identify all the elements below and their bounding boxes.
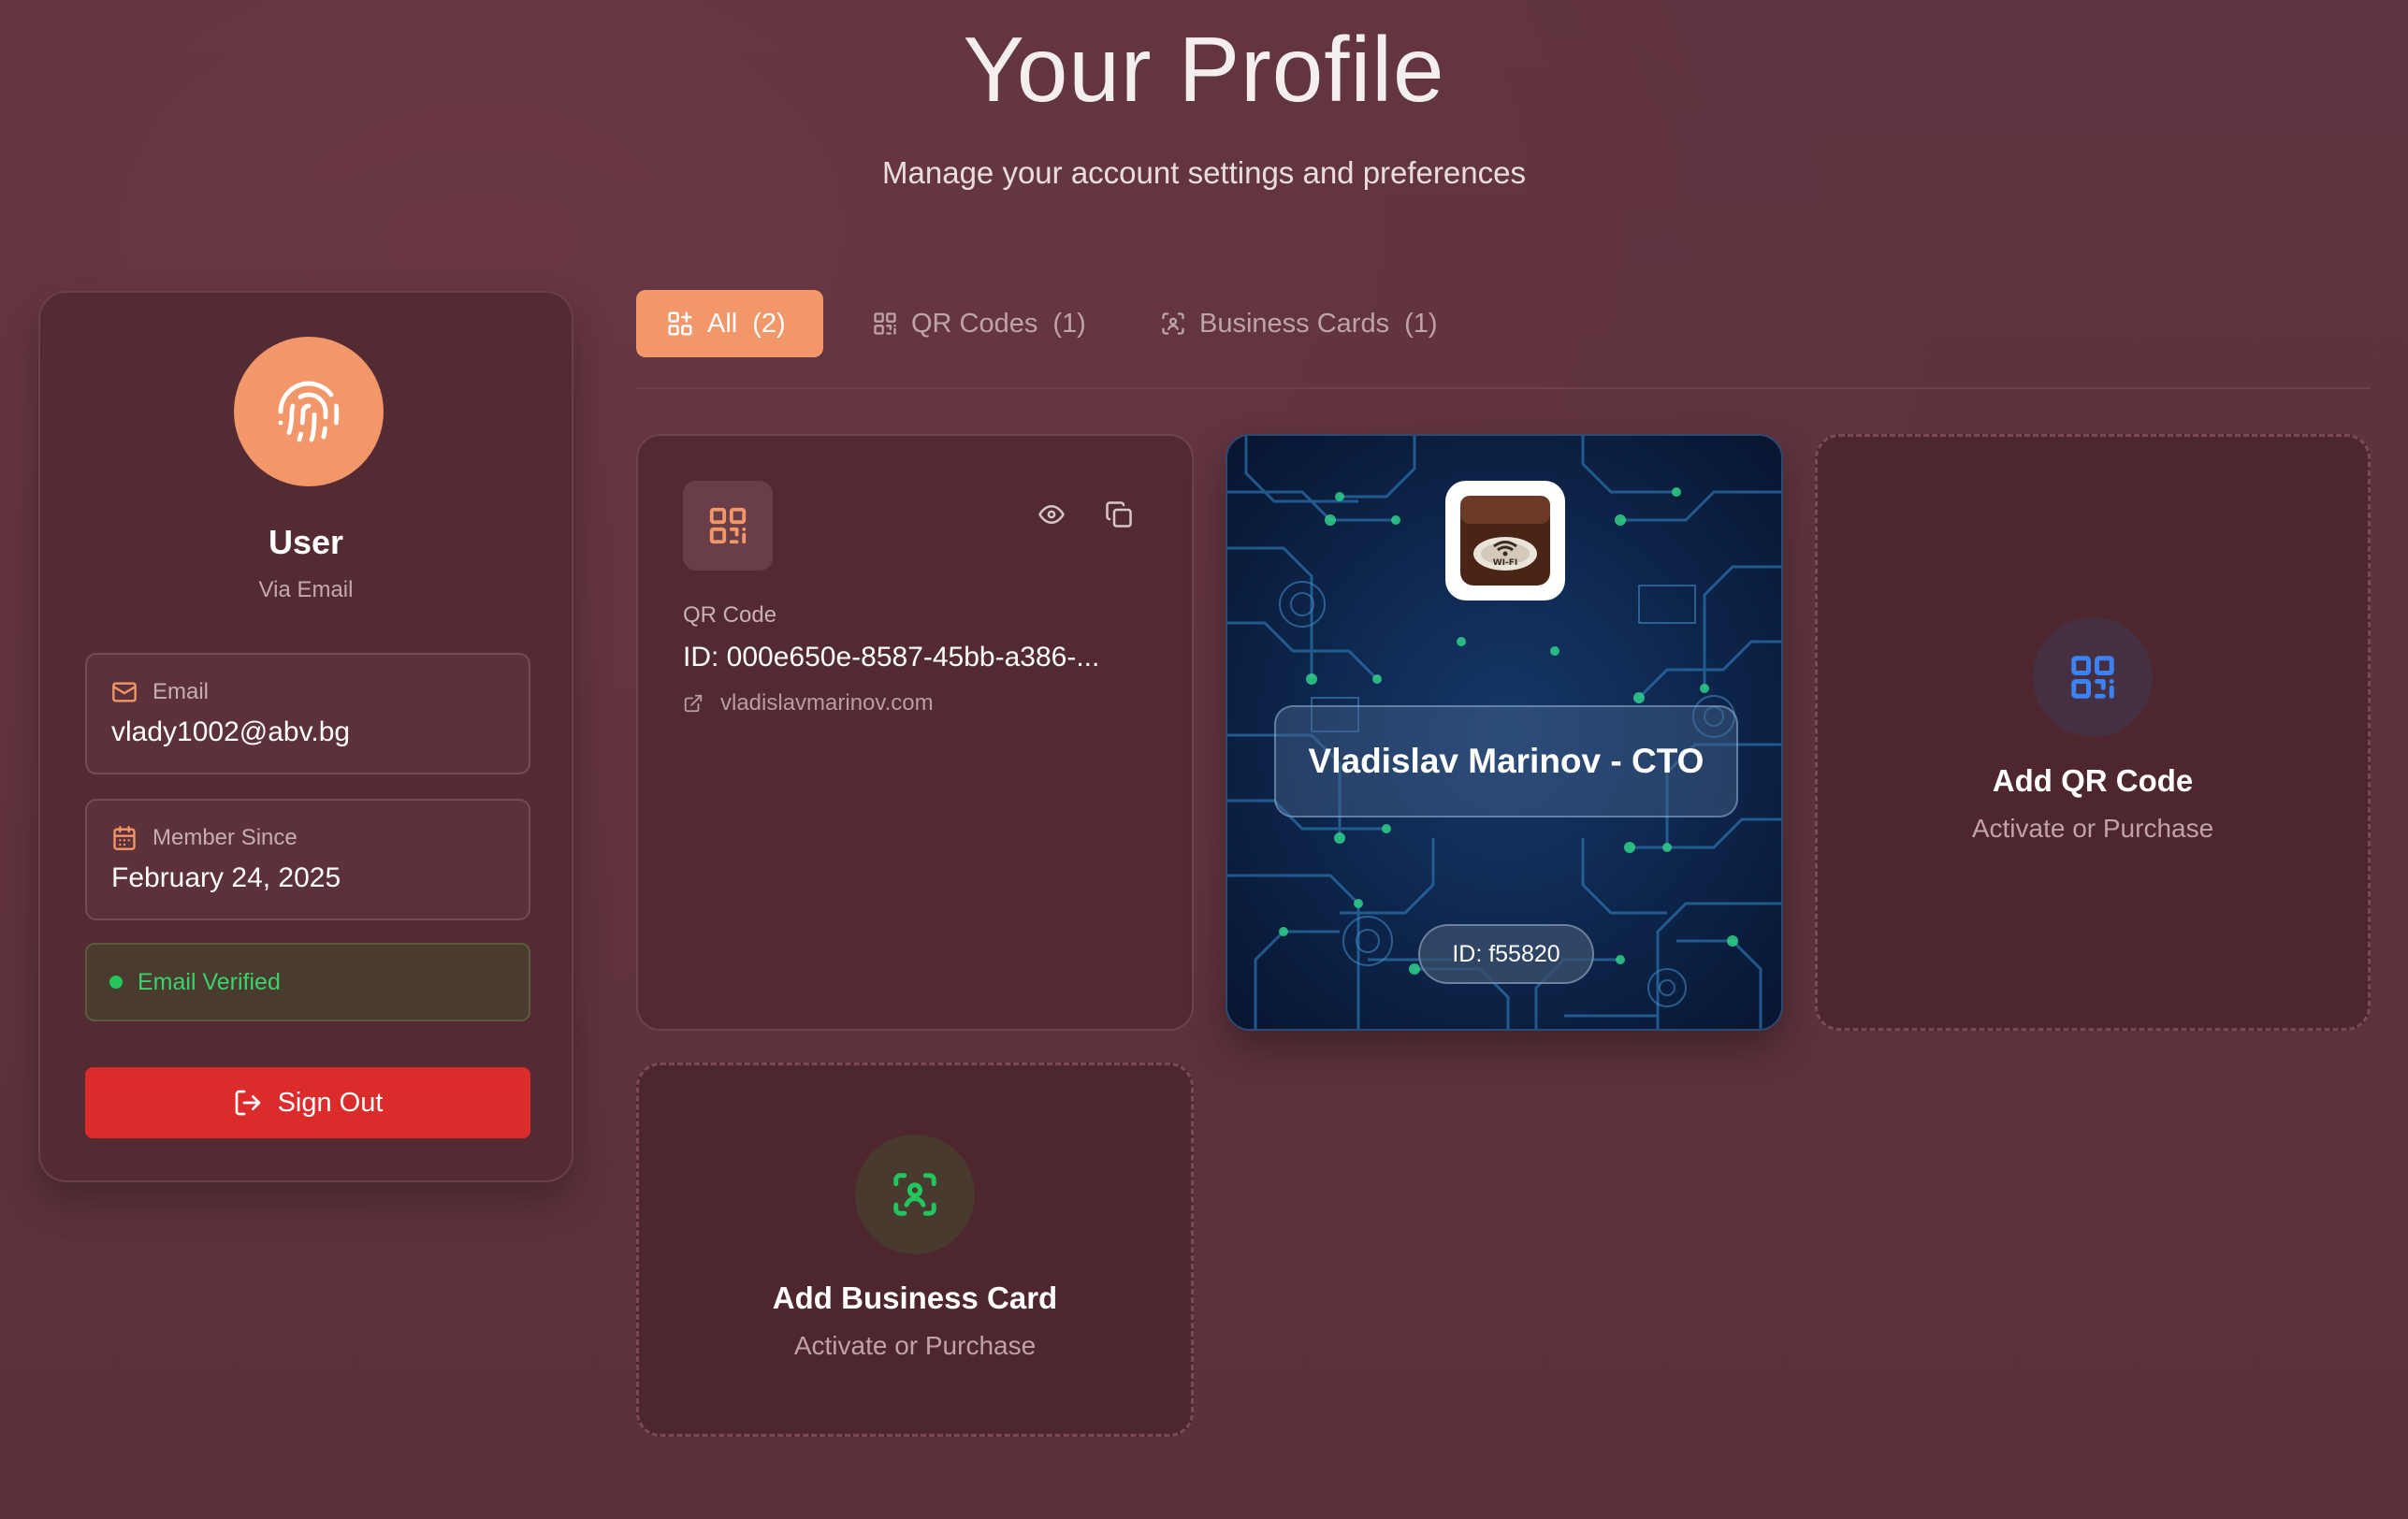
profile-card: User Via Email Email vlady1002@abv.bg Me… — [38, 291, 573, 1182]
qr-code-icon — [709, 507, 747, 544]
tab-qr-codes[interactable]: QR Codes (1) — [842, 290, 1116, 357]
add-qr-subtitle: Activate or Purchase — [1971, 814, 2214, 843]
grid-plus-icon — [668, 311, 692, 336]
add-qr-code-card[interactable]: Add QR Code Activate or Purchase — [1815, 434, 2371, 1031]
member-since-label: Member Since — [152, 825, 297, 850]
member-since-value: February 24, 2025 — [111, 862, 341, 893]
tab-business-cards-label: Business Cards — [1199, 308, 1390, 339]
tab-all-count: (2) — [752, 308, 786, 339]
add-qr-icon-circle — [2033, 617, 2153, 737]
add-qr-title: Add QR Code — [1992, 763, 2194, 798]
qr-code-icon — [2071, 656, 2114, 699]
wifi-logo-icon: WI-FI — [1460, 496, 1550, 586]
tab-all-label: All — [707, 308, 738, 339]
tab-all[interactable]: All (2) — [636, 290, 823, 357]
external-link-icon — [684, 694, 703, 713]
svg-text:WI-FI: WI-FI — [1493, 558, 1518, 568]
business-card-logo: WI-FI — [1445, 481, 1565, 600]
business-card[interactable]: WI-FI Vladislav Marinov - CTO ID: f55820 — [1226, 434, 1783, 1031]
email-info-box: Email vlady1002@abv.bg — [85, 653, 530, 774]
verified-dot-icon — [109, 976, 123, 989]
user-name: User — [268, 523, 344, 561]
business-card-name: Vladislav Marinov - CTO — [1274, 705, 1738, 817]
copy-button[interactable] — [1100, 496, 1138, 533]
copy-icon — [1106, 501, 1132, 528]
tab-qr-codes-label: QR Codes — [911, 308, 1038, 339]
business-card-id: ID: f55820 — [1418, 924, 1594, 984]
page-title: Your Profile — [963, 18, 1445, 121]
add-business-subtitle: Activate or Purchase — [793, 1331, 1037, 1360]
log-out-icon — [235, 1090, 260, 1116]
qr-code-card[interactable]: QR Code ID: 000e650e-8587-45bb-a386-... … — [636, 434, 1194, 1031]
qr-link-text: vladislavmarinov.com — [720, 690, 934, 716]
view-button[interactable] — [1033, 496, 1070, 533]
avatar — [234, 337, 384, 486]
tabs-divider — [636, 387, 2371, 389]
calendar-icon — [113, 826, 136, 850]
user-provider: Via Email — [258, 577, 354, 602]
add-business-title: Add Business Card — [772, 1280, 1058, 1315]
qr-link[interactable]: vladislavmarinov.com — [683, 690, 934, 716]
mail-icon — [112, 682, 137, 702]
scan-face-icon — [1162, 312, 1184, 335]
qr-icon-tile — [683, 481, 773, 571]
qr-id: ID: 000e650e-8587-45bb-a386-... — [683, 642, 1100, 673]
fingerprint-icon — [278, 381, 340, 442]
email-value: vlady1002@abv.bg — [111, 716, 351, 747]
eye-icon — [1038, 505, 1065, 524]
sign-out-label: Sign Out — [277, 1087, 384, 1118]
email-verified-badge: Email Verified — [85, 943, 530, 1021]
sign-out-button[interactable]: Sign Out — [85, 1067, 530, 1138]
email-label: Email — [152, 679, 210, 704]
tab-business-cards[interactable]: Business Cards (1) — [1130, 290, 1468, 357]
member-since-box: Member Since February 24, 2025 — [85, 799, 530, 920]
tab-qr-codes-count: (1) — [1052, 308, 1086, 339]
qr-code-icon — [874, 312, 896, 335]
qr-type-label: QR Code — [683, 602, 777, 628]
email-verified-text: Email Verified — [138, 968, 281, 995]
add-business-icon-circle — [855, 1135, 975, 1254]
scan-face-icon — [893, 1173, 936, 1216]
add-business-card[interactable]: Add Business Card Activate or Purchase — [636, 1063, 1194, 1437]
page-subtitle: Manage your account settings and prefere… — [882, 155, 1526, 190]
tab-business-cards-count: (1) — [1404, 308, 1438, 339]
